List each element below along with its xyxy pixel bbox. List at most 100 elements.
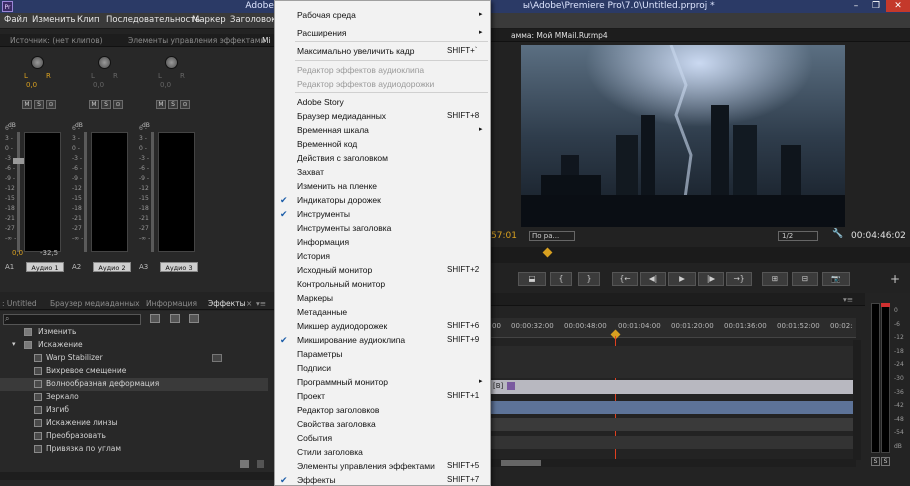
volume-fader[interactable] xyxy=(151,132,154,252)
menu-item-reference-monitor[interactable]: Контрольный монитор xyxy=(275,277,490,291)
play-button[interactable]: ▶ xyxy=(668,272,696,286)
program-menu-icon[interactable]: ▾ xyxy=(587,30,591,39)
new-bin-icon[interactable] xyxy=(240,460,249,468)
menu-item-adobe-story[interactable]: Adobe Story xyxy=(275,95,490,109)
tab-project[interactable]: : Untitled xyxy=(2,299,37,308)
menu-item-media-browser[interactable]: Браузер медиаданных SHIFT+8 xyxy=(275,109,490,123)
export-frame-button[interactable]: 📷 xyxy=(822,272,850,286)
tab-audio-mixer[interactable]: Mi xyxy=(262,36,271,45)
timeline-menu-icon[interactable]: ▾≡ xyxy=(843,295,853,304)
effect-item-corner-pin[interactable]: Привязка по углам xyxy=(0,443,268,456)
solo-left-button[interactable]: S xyxy=(871,457,880,466)
close-button[interactable]: ✕ xyxy=(886,0,910,12)
mark-out-button[interactable]: } xyxy=(578,272,600,286)
tree-folder-modify[interactable]: Изменить xyxy=(0,326,268,339)
menu-item-extensions[interactable]: Расширения ▸ xyxy=(275,26,490,40)
menu-item-capture[interactable]: Захват xyxy=(275,165,490,179)
menu-item-audio-track-mixer[interactable]: Микшер аудиодорожек SHIFT+6 xyxy=(275,319,490,333)
effect-item-mirror[interactable]: Зеркало xyxy=(0,391,268,404)
pan-knob[interactable] xyxy=(165,56,178,69)
timeline-vertical-scrollbar[interactable] xyxy=(853,340,861,460)
record-button[interactable]: ⊙ xyxy=(180,100,190,109)
menu-item-captions[interactable]: Подписи xyxy=(275,361,490,375)
extract-button[interactable]: ⊟ xyxy=(792,272,818,286)
volume-fader[interactable] xyxy=(84,132,87,252)
record-button[interactable]: ⊙ xyxy=(113,100,123,109)
solo-button[interactable]: S xyxy=(168,100,178,109)
menu-item-history[interactable]: История xyxy=(275,249,490,263)
yuv-effects-icon[interactable] xyxy=(189,314,199,323)
mark-in-button[interactable]: { xyxy=(550,272,572,286)
minimize-button[interactable]: – xyxy=(846,0,866,12)
menu-file[interactable]: Файл xyxy=(4,15,27,25)
menu-item-info[interactable]: Информация xyxy=(275,235,490,249)
volume-fader[interactable] xyxy=(17,132,20,252)
tab-media-browser[interactable]: Браузер медиаданных xyxy=(50,299,140,308)
menu-item-timecode[interactable]: Временной код xyxy=(275,137,490,151)
menu-marker[interactable]: Маркер xyxy=(192,15,226,25)
menu-item-metadata[interactable]: Метаданные xyxy=(275,305,490,319)
tab-effect-controls[interactable]: Элементы управления эффектами xyxy=(128,36,265,45)
solo-button[interactable]: S xyxy=(34,100,44,109)
current-timecode[interactable]: 57:01 xyxy=(491,231,517,241)
effect-item-twirl[interactable]: Вихревое смещение xyxy=(0,365,268,378)
menu-item-project[interactable]: Проект SHIFT+1 xyxy=(275,389,490,403)
panel-menu-icon[interactable]: ▾≡ xyxy=(256,299,266,308)
menu-title[interactable]: Заголовок xyxy=(230,15,276,25)
restore-button[interactable]: ❐ xyxy=(866,0,886,12)
menu-item-title-properties[interactable]: Свойства заголовка xyxy=(275,417,490,431)
step-forward-button[interactable]: |▶ xyxy=(698,272,724,286)
menu-item-audio-meters[interactable]: ✔ Индикаторы дорожек xyxy=(275,193,490,207)
timeline-scrollbar[interactable] xyxy=(491,459,856,467)
mute-button[interactable]: M xyxy=(89,100,99,109)
tab-close-icon[interactable]: × xyxy=(246,299,252,308)
menu-item-effects[interactable]: ✔ Эффекты SHIFT+7 xyxy=(275,473,490,486)
pan-knob[interactable] xyxy=(31,56,44,69)
tab-program[interactable]: амма: Мой MMail.Ru.mp4 xyxy=(511,31,608,40)
add-marker-button[interactable]: ⬓ xyxy=(518,272,546,286)
wrench-icon[interactable]: 🔧 xyxy=(832,229,843,239)
pan-knob[interactable] xyxy=(98,56,111,69)
solo-button[interactable]: S xyxy=(101,100,111,109)
delete-icon[interactable] xyxy=(257,460,264,468)
menu-clip[interactable]: Клип xyxy=(77,15,100,25)
accelerated-effects-icon[interactable] xyxy=(150,314,160,323)
solo-right-button[interactable]: S xyxy=(881,457,890,466)
effects-scrollbar[interactable] xyxy=(0,472,274,480)
menu-item-title-styles[interactable]: Стили заголовка xyxy=(275,445,490,459)
menu-item-timelines[interactable]: Временная шкала ▸ xyxy=(275,123,490,137)
menu-item-tools[interactable]: ✔ Инструменты xyxy=(275,207,490,221)
menu-item-title-tools[interactable]: Инструменты заголовка xyxy=(275,221,490,235)
video-clip[interactable]: [B] xyxy=(491,380,856,394)
menu-item-effect-controls[interactable]: Элементы управления эффектами SHIFT+5 xyxy=(275,459,490,473)
menu-item-audio-clip-mixer[interactable]: ✔ Микширование аудиоклипа SHIFT+9 xyxy=(275,333,490,347)
lift-button[interactable]: ⊞ xyxy=(762,272,788,286)
zoom-select[interactable]: По ра... xyxy=(529,231,575,241)
record-button[interactable]: ⊙ xyxy=(46,100,56,109)
effects-search-input[interactable] xyxy=(3,314,141,325)
tab-info[interactable]: Информация xyxy=(146,299,197,308)
resolution-select[interactable]: 1/2 xyxy=(778,231,818,241)
step-back-button[interactable]: ◀| xyxy=(640,272,666,286)
timeline-scroll-thumb[interactable] xyxy=(501,460,541,466)
32bit-effects-icon[interactable] xyxy=(170,314,180,323)
menu-sequence[interactable]: Последовательность xyxy=(106,15,200,25)
menu-item-title-designer[interactable]: Редактор заголовков xyxy=(275,403,490,417)
audio-clip-1[interactable] xyxy=(491,401,856,414)
go-to-in-button[interactable]: {← xyxy=(612,272,638,286)
effect-item-lens-distortion[interactable]: Искажение линзы xyxy=(0,417,268,430)
menu-item-events[interactable]: События xyxy=(275,431,490,445)
program-scrubber[interactable] xyxy=(491,247,910,263)
menu-item-title-actions[interactable]: Действия с заголовком xyxy=(275,151,490,165)
effect-item-wave-warp[interactable]: Волнообразная деформация xyxy=(0,378,268,391)
menu-item-markers[interactable]: Маркеры xyxy=(275,291,490,305)
menu-item-source-monitor[interactable]: Исходный монитор SHIFT+2 xyxy=(275,263,490,277)
menu-item-workspace[interactable]: Рабочая среда ▸ xyxy=(275,8,490,22)
effect-item-warp-stabilizer[interactable]: Warp Stabilizer xyxy=(0,352,268,365)
expand-triangle-icon[interactable]: ▾ xyxy=(12,340,16,348)
menu-item-maximize-frame[interactable]: Максимально увеличить кадр SHIFT+` xyxy=(275,44,490,58)
effect-item-transform[interactable]: Преобразовать xyxy=(0,430,268,443)
effect-item-bend[interactable]: Изгиб xyxy=(0,404,268,417)
menu-item-program-monitor[interactable]: Программный монитор ▸ xyxy=(275,375,490,389)
go-to-out-button[interactable]: →} xyxy=(726,272,752,286)
